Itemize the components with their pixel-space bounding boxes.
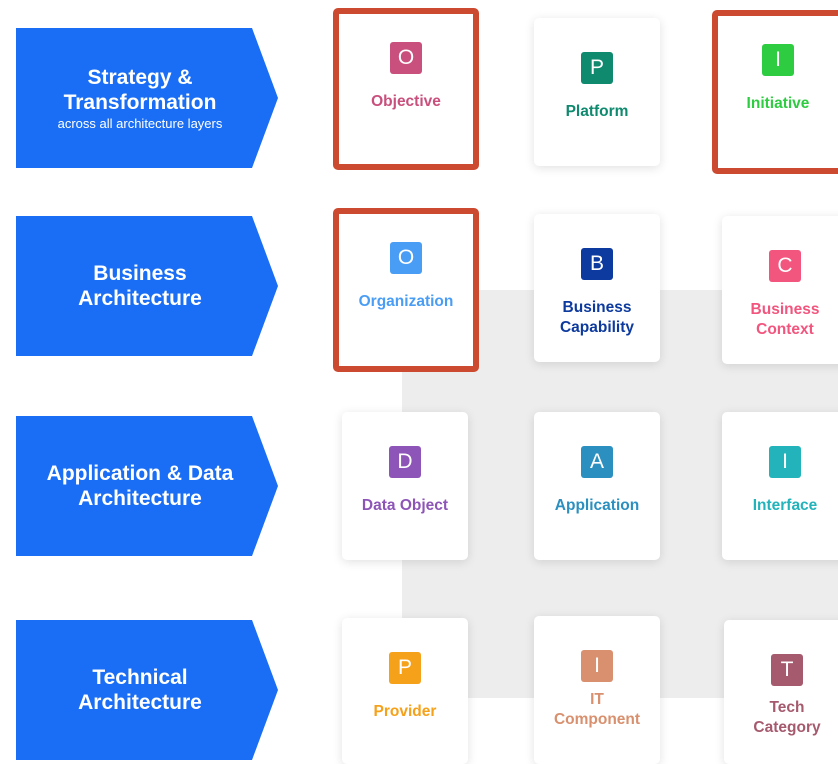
card-label: Data Object xyxy=(361,497,449,514)
organization-icon: O xyxy=(390,242,422,274)
card-interface[interactable]: I Interface xyxy=(722,412,838,560)
data-object-icon: D xyxy=(389,446,421,478)
card-label: IT Component xyxy=(553,691,641,728)
layer-application-data-architecture: Application & Data Architecture xyxy=(16,416,278,556)
layer-business-architecture: Business Architecture xyxy=(16,216,278,356)
card-business-capability[interactable]: B Business Capability xyxy=(534,214,660,362)
card-label: Objective xyxy=(371,93,441,110)
card-initiative[interactable]: I Initiative xyxy=(712,10,838,174)
card-label: Tech Category xyxy=(753,699,821,736)
card-it-component[interactable]: I IT Component xyxy=(534,616,660,764)
card-application[interactable]: A Application xyxy=(534,412,660,560)
card-objective[interactable]: O Objective xyxy=(333,8,479,170)
card-organization[interactable]: O Organization xyxy=(333,208,479,372)
business-capability-icon: B xyxy=(581,248,613,280)
card-label: Provider xyxy=(373,703,437,720)
card-platform[interactable]: P Platform xyxy=(534,18,660,166)
initiative-icon: I xyxy=(762,44,794,76)
application-icon: A xyxy=(581,446,613,478)
objective-icon: O xyxy=(390,42,422,74)
card-label: Business Capability xyxy=(559,299,635,336)
card-label: Organization xyxy=(358,293,454,310)
layer-title: Strategy & Transformation xyxy=(63,65,217,114)
card-provider[interactable]: P Provider xyxy=(342,618,468,764)
card-business-context[interactable]: C Business Context xyxy=(722,216,838,364)
layer-strategy-transformation: Strategy & Transformation across all arc… xyxy=(16,28,278,168)
card-label: Application xyxy=(554,497,640,514)
provider-icon: P xyxy=(389,652,421,684)
layer-title: Technical Architecture xyxy=(78,666,202,714)
card-label: Interface xyxy=(752,497,818,514)
business-context-icon: C xyxy=(769,250,801,282)
card-data-object[interactable]: D Data Object xyxy=(342,412,468,560)
card-label: Initiative xyxy=(746,95,810,112)
card-tech-category[interactable]: T Tech Category xyxy=(724,620,838,764)
layer-subtitle: across all architecture layers xyxy=(57,115,223,131)
layer-technical-architecture: Technical Architecture xyxy=(16,620,278,760)
it-component-icon: I xyxy=(581,650,613,682)
card-label: Business Context xyxy=(750,301,820,338)
tech-category-icon: T xyxy=(771,654,803,686)
layer-title: Business Architecture xyxy=(78,262,202,310)
platform-icon: P xyxy=(581,52,613,84)
card-label: Platform xyxy=(565,103,629,120)
interface-icon: I xyxy=(769,446,801,478)
layer-title: Application & Data Architecture xyxy=(46,462,234,510)
